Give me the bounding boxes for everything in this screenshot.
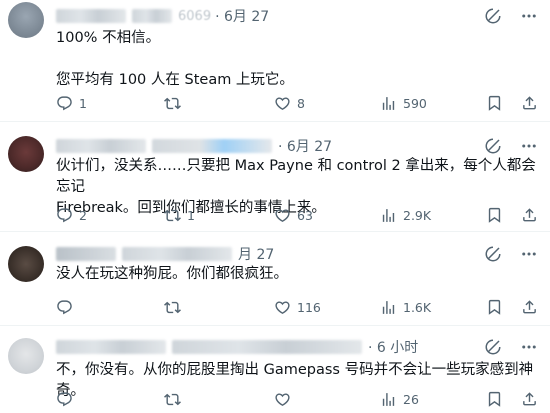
repost-icon	[164, 391, 181, 408]
views-button[interactable]: 2.9K	[380, 204, 431, 226]
reply-count: 2	[79, 207, 87, 223]
views-icon	[380, 95, 397, 112]
author-name[interactable]	[56, 340, 166, 354]
author-handle[interactable]	[122, 247, 232, 261]
action-bar: 26	[50, 388, 538, 410]
like-button[interactable]	[274, 388, 297, 410]
bookmark-icon[interactable]	[486, 299, 503, 316]
author-handle[interactable]	[172, 340, 362, 354]
action-bar: 116 1.6K	[50, 296, 538, 318]
post-1[interactable]: 6069 · 6月 27 100% 不相信。 您平均有 100 人在 Steam…	[0, 0, 550, 122]
author-name[interactable]	[56, 139, 146, 153]
grok-icon[interactable]	[484, 245, 502, 263]
action-bar: 1 8 590	[50, 92, 538, 114]
reply-icon	[56, 299, 73, 316]
post-text: 没人在玩这种狗屁。你们都很疯狂。	[56, 266, 288, 282]
heart-icon	[274, 299, 291, 316]
views-count: 2.9K	[403, 207, 432, 223]
grok-icon[interactable]	[484, 7, 502, 25]
post-timestamp[interactable]: · 6月 27	[215, 6, 269, 26]
post-timestamp[interactable]: · 6月 27	[278, 136, 332, 156]
like-count: 116	[297, 299, 321, 315]
bookmark-icon[interactable]	[486, 95, 503, 112]
reply-button[interactable]: 1	[56, 92, 87, 114]
post-header: 月 27	[56, 244, 550, 264]
heart-icon	[274, 391, 291, 408]
repost-count: 1	[187, 207, 195, 223]
views-icon	[380, 391, 397, 408]
header-actions	[484, 6, 538, 26]
grok-icon[interactable]	[484, 338, 502, 356]
reply-icon	[56, 391, 73, 408]
views-icon	[380, 207, 397, 224]
post-3[interactable]: 月 27 没人在玩这种狗屁。你们都很疯狂。 116 1.6K	[0, 232, 550, 326]
heart-icon	[274, 207, 291, 224]
post-header: · 6月 27	[56, 136, 550, 156]
header-actions	[484, 244, 538, 264]
post-text: 100% 不相信。 您平均有 100 人在 Steam 上玩它。	[56, 30, 294, 88]
views-count: 590	[403, 95, 427, 111]
share-icon[interactable]	[521, 95, 538, 112]
repost-icon	[164, 299, 181, 316]
avatar[interactable]	[8, 338, 44, 374]
avatar[interactable]	[8, 2, 44, 38]
header-actions	[484, 337, 538, 357]
more-icon[interactable]	[520, 338, 538, 356]
bookmark-icon[interactable]	[486, 391, 503, 408]
bookmark-share	[486, 388, 538, 410]
like-button[interactable]: 8	[274, 92, 305, 114]
avatar[interactable]	[8, 136, 44, 172]
reply-icon	[56, 207, 73, 224]
views-count: 26	[403, 391, 419, 407]
like-button[interactable]: 116	[274, 296, 321, 318]
post-header: 6069 · 6月 27	[56, 6, 550, 26]
views-icon	[380, 299, 397, 316]
author-handle[interactable]	[132, 9, 172, 23]
bookmark-share	[486, 296, 538, 318]
bookmark-share	[486, 204, 538, 226]
like-count: 63	[297, 207, 313, 223]
repost-button[interactable]	[164, 296, 187, 318]
views-button[interactable]: 590	[380, 92, 427, 114]
repost-icon	[164, 207, 181, 224]
reply-button[interactable]	[56, 388, 79, 410]
post-4[interactable]: · 6 小时 不，你没有。从你的屁股里掏出 Gamepass 号码并不会让一些玩…	[0, 326, 550, 413]
views-button[interactable]: 26	[380, 388, 419, 410]
reply-button[interactable]	[56, 296, 79, 318]
share-icon[interactable]	[521, 391, 538, 408]
more-icon[interactable]	[520, 245, 538, 263]
post-timestamp[interactable]: 月 27	[238, 244, 274, 264]
reply-count: 1	[79, 95, 87, 111]
author-handle[interactable]	[152, 139, 272, 153]
more-icon[interactable]	[520, 137, 538, 155]
post-timestamp[interactable]: · 6 小时	[368, 337, 418, 357]
more-icon[interactable]	[520, 7, 538, 25]
views-button[interactable]: 1.6K	[380, 296, 431, 318]
repost-icon	[164, 95, 181, 112]
like-button[interactable]: 63	[274, 204, 313, 226]
repost-button[interactable]: 1	[164, 204, 195, 226]
share-icon[interactable]	[521, 299, 538, 316]
bookmark-icon[interactable]	[486, 207, 503, 224]
author-name[interactable]	[56, 9, 126, 23]
like-count: 8	[297, 95, 305, 111]
share-icon[interactable]	[521, 207, 538, 224]
reply-icon	[56, 95, 73, 112]
repost-button[interactable]	[164, 388, 187, 410]
heart-icon	[274, 95, 291, 112]
repost-button[interactable]	[164, 92, 187, 114]
reply-button[interactable]: 2	[56, 204, 87, 226]
grok-icon[interactable]	[484, 137, 502, 155]
views-count: 1.6K	[403, 299, 432, 315]
post-2[interactable]: · 6月 27 伙计们，没关系……只要把 Max Payne 和 control…	[0, 122, 550, 232]
author-handle-visible: 6069	[178, 8, 212, 24]
action-bar: 2 1 63 2.9K	[50, 204, 538, 226]
post-header: · 6 小时	[56, 337, 550, 357]
avatar[interactable]	[8, 246, 44, 282]
author-name[interactable]	[56, 247, 116, 261]
header-actions	[484, 136, 538, 156]
bookmark-share	[486, 92, 538, 114]
